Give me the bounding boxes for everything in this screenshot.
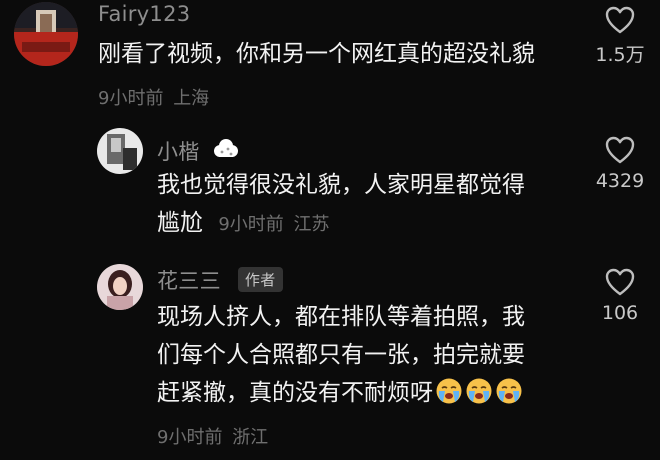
- comment-text-tail: 赶紧撤，真的没有不耐烦呀: [157, 380, 433, 406]
- comment-username[interactable]: 花三三 作者: [157, 265, 283, 295]
- like-count: 1.5万: [595, 44, 645, 66]
- comment-time: 9小时前: [157, 427, 223, 448]
- comment-text-line: 我也觉得很没礼貌，人家明星都觉得: [157, 172, 525, 198]
- comment-text-line: 现场人挤人，都在排队等着拍照，我: [157, 304, 525, 330]
- comment-time: 9小时前: [98, 88, 164, 109]
- author-badge: 作者: [237, 267, 283, 292]
- like-button[interactable]: 106: [590, 268, 650, 324]
- avatar[interactable]: [14, 2, 78, 66]
- crying-face-icon: [466, 378, 492, 404]
- comment-location: 浙江: [232, 427, 269, 448]
- comment-meta: 9小时前 上海: [98, 84, 209, 110]
- heart-icon: [605, 6, 635, 34]
- comment-text-line-last: 赶紧撤，真的没有不耐烦呀: [157, 374, 525, 412]
- avatar[interactable]: [97, 264, 143, 310]
- like-button[interactable]: 4329: [590, 136, 650, 192]
- comment-username[interactable]: 小楷: [157, 136, 239, 166]
- comment-text-tail: 尴尬: [157, 210, 203, 236]
- comment-username[interactable]: Fairy123: [98, 2, 190, 26]
- like-button[interactable]: 1.5万: [590, 6, 650, 67]
- comment-meta: 9小时前 江苏: [218, 214, 329, 235]
- crying-face-icon: [436, 378, 462, 404]
- comment-text: 我也觉得很没礼貌，人家明星都觉得 尴尬 9小时前 江苏: [157, 166, 525, 244]
- username-text: 花三三: [157, 269, 221, 293]
- cloud-icon: [213, 139, 238, 157]
- comment-text: 刚看了视频，你和另一个网红真的超没礼貌: [98, 35, 535, 73]
- username-text: 小楷: [157, 140, 200, 164]
- crying-face-icon: [496, 378, 522, 404]
- comment-location: 江苏: [293, 214, 330, 235]
- comment-meta: 9小时前 浙江: [157, 423, 268, 449]
- heart-icon: [605, 268, 635, 296]
- heart-icon: [605, 136, 635, 164]
- comment-time: 9小时前: [218, 214, 284, 235]
- like-count: 4329: [595, 170, 645, 192]
- comment-text-line-last: 尴尬 9小时前 江苏: [157, 204, 525, 244]
- comment-text-line: 刚看了视频，你和另一个网红真的超没礼貌: [98, 41, 535, 67]
- avatar[interactable]: [97, 128, 143, 174]
- comment-text-line: 们每个人合照都只有一张，拍完就要: [157, 342, 525, 368]
- comment-text: 现场人挤人，都在排队等着拍照，我 们每个人合照都只有一张，拍完就要 赶紧撤，真的…: [157, 298, 525, 412]
- comment-location: 上海: [173, 88, 210, 109]
- like-count: 106: [601, 302, 639, 324]
